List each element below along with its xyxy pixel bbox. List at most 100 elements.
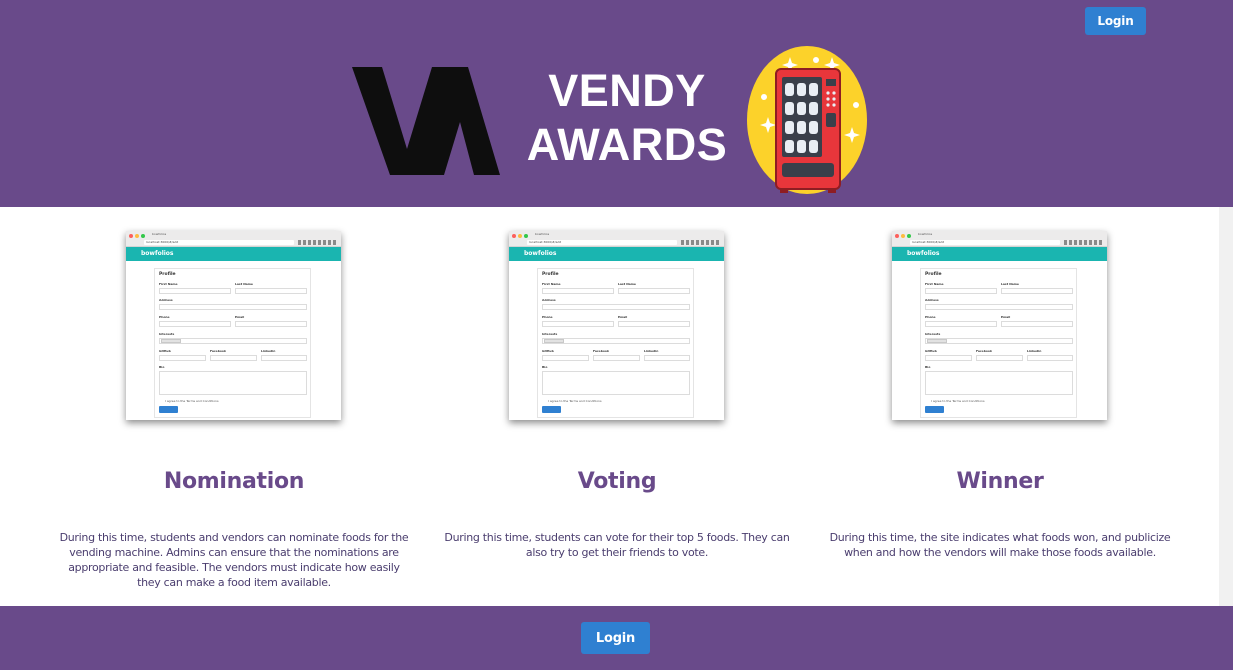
site-footer: Login (0, 606, 1233, 670)
field-last-name (1001, 288, 1073, 294)
stage-description: During this time, students and vendors c… (59, 531, 409, 589)
field-github (159, 355, 206, 361)
stage-card-winner: bowfolios localhost:3000/#/add bowfolios… (810, 207, 1190, 606)
label-interests: Interests (925, 332, 941, 336)
label-first-name: First Name (542, 282, 561, 286)
preview-brand: bowfolios (524, 250, 557, 257)
site-title-line1: VENDY (548, 65, 706, 116)
label-linkedin: Linkedin (644, 349, 659, 353)
page-scrollbar[interactable] (1219, 207, 1233, 606)
field-facebook (976, 355, 1023, 361)
browser-url: localhost:3000/#/add (910, 240, 1060, 245)
label-bio: Bio (925, 365, 931, 369)
browser-chrome: bowfolios localhost:3000/#/add (892, 231, 1107, 247)
preview-form: Profile First Name Last Name Address Pho… (537, 268, 694, 418)
extension-icons (298, 240, 338, 245)
label-phone: Phone (542, 315, 553, 319)
field-linkedin (261, 355, 307, 361)
preview-submit-button (542, 406, 561, 413)
stages-section: bowfolios localhost:3000/#/add bowfolios… (0, 207, 1233, 606)
interest-chip (161, 339, 181, 343)
form-preview-screenshot: bowfolios localhost:3000/#/add bowfolios… (892, 231, 1107, 420)
login-button-top[interactable]: Login (1085, 7, 1146, 35)
label-github: GitHub (925, 349, 937, 353)
extension-icons (1064, 240, 1104, 245)
terms-text: I agree to the Terms and Conditions (165, 399, 219, 403)
field-interests (925, 338, 1073, 344)
label-linkedin: Linkedin (261, 349, 276, 353)
site-title-line2: AWARDS (526, 119, 728, 170)
field-github (925, 355, 972, 361)
label-address: Address (925, 298, 939, 302)
field-interests (542, 338, 690, 344)
form-preview-screenshot: bowfolios localhost:3000/#/add bowfolios… (126, 231, 341, 420)
field-first-name (925, 288, 997, 294)
interest-chip (927, 339, 947, 343)
field-phone (925, 321, 997, 327)
stage-title: Nomination (163, 469, 305, 494)
field-address (925, 304, 1073, 310)
maximize-dot-icon (141, 234, 145, 238)
label-first-name: First Name (159, 282, 178, 286)
browser-tab-title: bowfolios (535, 232, 550, 236)
label-interests: Interests (159, 332, 175, 336)
terms-text: I agree to the Terms and Conditions (548, 399, 602, 403)
close-dot-icon (895, 234, 899, 238)
browser-chrome: bowfolios localhost:3000/#/add (126, 231, 341, 247)
interest-chip (544, 339, 564, 343)
vending-machine-icon (747, 46, 867, 194)
preview-heading: Profile (542, 272, 559, 277)
minimize-dot-icon (901, 234, 905, 238)
stage-card-nomination: bowfolios localhost:3000/#/add bowfolios… (44, 207, 424, 606)
extension-icons (681, 240, 721, 245)
field-linkedin (1027, 355, 1073, 361)
stage-card-voting: bowfolios localhost:3000/#/add bowfolios… (427, 207, 807, 606)
stage-title: Winner (956, 469, 1044, 494)
label-last-name: Last Name (235, 282, 253, 286)
field-interests (159, 338, 307, 344)
preview-heading: Profile (159, 272, 176, 277)
browser-url: localhost:3000/#/add (144, 240, 294, 245)
label-facebook: Facebook (593, 349, 609, 353)
terms-text: I agree to the Terms and Conditions (931, 399, 985, 403)
label-email: Email (1001, 315, 1011, 319)
label-email: Email (618, 315, 628, 319)
label-address: Address (542, 298, 556, 302)
label-github: GitHub (159, 349, 171, 353)
label-last-name: Last Name (618, 282, 636, 286)
preview-brand: bowfolios (141, 250, 174, 257)
label-bio: Bio (159, 365, 165, 369)
login-button-bottom[interactable]: Login (581, 622, 650, 654)
label-github: GitHub (542, 349, 554, 353)
label-address: Address (159, 298, 173, 302)
label-facebook: Facebook (976, 349, 992, 353)
field-facebook (593, 355, 640, 361)
preview-navbar: bowfolios (509, 247, 724, 261)
label-phone: Phone (159, 315, 170, 319)
browser-tab-title: bowfolios (918, 232, 933, 236)
field-address (159, 304, 307, 310)
label-facebook: Facebook (210, 349, 226, 353)
preview-submit-button (925, 406, 944, 413)
site-header: Login VENDY AWARDS (0, 0, 1233, 207)
field-email (618, 321, 690, 327)
field-last-name (235, 288, 307, 294)
minimize-dot-icon (135, 234, 139, 238)
field-email (1001, 321, 1073, 327)
field-bio (542, 371, 690, 395)
label-interests: Interests (542, 332, 558, 336)
stage-description: During this time, the site indicates wha… (829, 531, 1171, 559)
minimize-dot-icon (518, 234, 522, 238)
browser-url: localhost:3000/#/add (527, 240, 677, 245)
preview-navbar: bowfolios (126, 247, 341, 261)
label-linkedin: Linkedin (1027, 349, 1042, 353)
form-preview-screenshot: bowfolios localhost:3000/#/add bowfolios… (509, 231, 724, 420)
maximize-dot-icon (907, 234, 911, 238)
site-title: VENDY AWARDS (522, 64, 732, 172)
preview-brand: bowfolios (907, 250, 940, 257)
browser-chrome: bowfolios localhost:3000/#/add (509, 231, 724, 247)
field-first-name (159, 288, 231, 294)
label-first-name: First Name (925, 282, 944, 286)
preview-submit-button (159, 406, 178, 413)
preview-form: Profile First Name Last Name Address Pho… (920, 268, 1077, 418)
